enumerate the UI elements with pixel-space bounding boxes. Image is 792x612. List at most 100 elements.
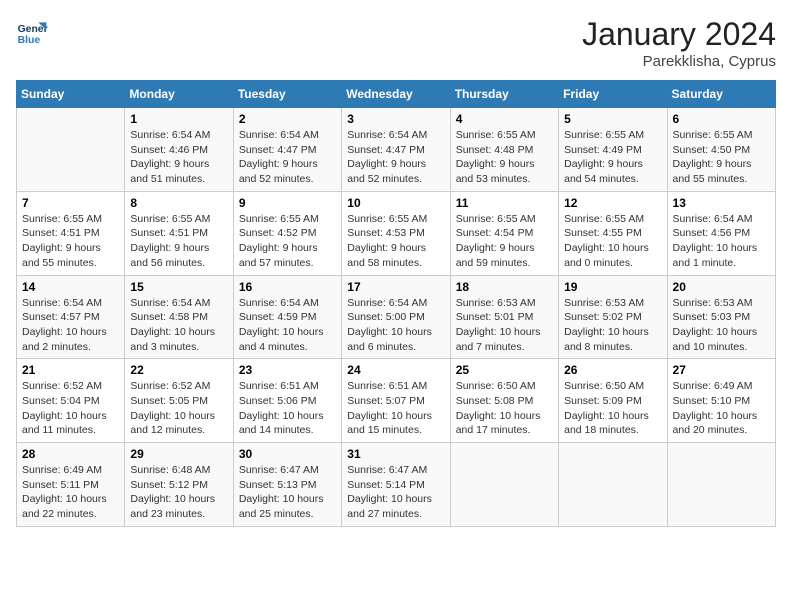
- day-number: 23: [239, 363, 336, 377]
- day-info: Sunrise: 6:52 AMSunset: 5:05 PMDaylight:…: [130, 379, 227, 438]
- day-of-week-header: Friday: [559, 81, 667, 108]
- day-number: 16: [239, 280, 336, 294]
- day-number: 24: [347, 363, 444, 377]
- calendar-day-cell: 18 Sunrise: 6:53 AMSunset: 5:01 PMDayligh…: [450, 275, 558, 359]
- title-area: January 2024 Parekklisha, Cyprus: [582, 16, 776, 70]
- calendar-day-cell: 4 Sunrise: 6:55 AMSunset: 4:48 PMDaylight…: [450, 108, 558, 192]
- day-number: 2: [239, 112, 336, 126]
- calendar-day-cell: 13Sunrise: 6:54 AMSunset: 4:56 PMDayligh…: [667, 191, 775, 275]
- day-info: Sunrise: 6:53 AMSunset: 5:02 PMDaylight:…: [564, 296, 661, 355]
- day-number: 26: [564, 363, 661, 377]
- day-info: Sunrise: 6:50 AMSunset: 5:08 PMDaylight:…: [456, 379, 553, 438]
- day-info: Sunrise: 6:55 AMSunset: 4:51 PMDaylight:…: [130, 212, 227, 271]
- calendar-day-cell: [450, 443, 558, 527]
- day-info: Sunrise: 6:55 AMSunset: 4:55 PMDaylight:…: [564, 212, 661, 271]
- day-info: Sunrise: 6:54 AMSunset: 4:58 PMDaylight:…: [130, 296, 227, 355]
- day-of-week-header: Sunday: [17, 81, 125, 108]
- calendar-day-cell: 12Sunrise: 6:55 AMSunset: 4:55 PMDayligh…: [559, 191, 667, 275]
- calendar-day-cell: 30 Sunrise: 6:47 AMSunset: 5:13 PMDayligh…: [233, 443, 341, 527]
- day-info: Sunrise: 6:55 AMSunset: 4:53 PMDaylight:…: [347, 212, 444, 271]
- calendar-day-cell: 10 Sunrise: 6:55 AMSunset: 4:53 PMDayligh…: [342, 191, 450, 275]
- day-number: 6: [673, 112, 770, 126]
- calendar-day-cell: 11 Sunrise: 6:55 AMSunset: 4:54 PMDayligh…: [450, 191, 558, 275]
- day-number: 28: [22, 447, 119, 461]
- calendar-day-cell: 16 Sunrise: 6:54 AMSunset: 4:59 PMDayligh…: [233, 275, 341, 359]
- logo-icon: General Blue: [16, 16, 48, 48]
- day-info: Sunrise: 6:47 AMSunset: 5:13 PMDaylight:…: [239, 463, 336, 522]
- calendar-week-row: 7 Sunrise: 6:55 AMSunset: 4:51 PMDaylight…: [17, 191, 776, 275]
- calendar-day-cell: 14 Sunrise: 6:54 AMSunset: 4:57 PMDayligh…: [17, 275, 125, 359]
- day-of-week-header: Thursday: [450, 81, 558, 108]
- day-of-week-header: Tuesday: [233, 81, 341, 108]
- day-info: Sunrise: 6:54 AMSunset: 4:46 PMDaylight:…: [130, 128, 227, 187]
- calendar-day-cell: 29Sunrise: 6:48 AMSunset: 5:12 PMDayligh…: [125, 443, 233, 527]
- day-info: Sunrise: 6:55 AMSunset: 4:48 PMDaylight:…: [456, 128, 553, 187]
- calendar-day-cell: [667, 443, 775, 527]
- day-number: 15: [130, 280, 227, 294]
- calendar-day-cell: [559, 443, 667, 527]
- day-info: Sunrise: 6:55 AMSunset: 4:51 PMDaylight:…: [22, 212, 119, 271]
- day-info: Sunrise: 6:49 AMSunset: 5:11 PMDaylight:…: [22, 463, 119, 522]
- day-number: 31: [347, 447, 444, 461]
- day-number: 25: [456, 363, 553, 377]
- day-number: 8: [130, 196, 227, 210]
- day-of-week-header: Wednesday: [342, 81, 450, 108]
- day-number: 9: [239, 196, 336, 210]
- day-info: Sunrise: 6:51 AMSunset: 5:06 PMDaylight:…: [239, 379, 336, 438]
- day-info: Sunrise: 6:53 AMSunset: 5:03 PMDaylight:…: [673, 296, 770, 355]
- calendar-table: SundayMondayTuesdayWednesdayThursdayFrid…: [16, 80, 776, 527]
- day-info: Sunrise: 6:55 AMSunset: 4:54 PMDaylight:…: [456, 212, 553, 271]
- day-info: Sunrise: 6:49 AMSunset: 5:10 PMDaylight:…: [673, 379, 770, 438]
- day-info: Sunrise: 6:54 AMSunset: 4:47 PMDaylight:…: [239, 128, 336, 187]
- calendar-day-cell: 21Sunrise: 6:52 AMSunset: 5:04 PMDayligh…: [17, 359, 125, 443]
- day-number: 18: [456, 280, 553, 294]
- calendar-day-cell: [17, 108, 125, 192]
- calendar-day-cell: 9 Sunrise: 6:55 AMSunset: 4:52 PMDaylight…: [233, 191, 341, 275]
- day-number: 14: [22, 280, 119, 294]
- day-number: 13: [673, 196, 770, 210]
- day-of-week-header: Monday: [125, 81, 233, 108]
- day-number: 20: [673, 280, 770, 294]
- calendar-day-cell: 1Sunrise: 6:54 AMSunset: 4:46 PMDaylight…: [125, 108, 233, 192]
- calendar-day-cell: 23 Sunrise: 6:51 AMSunset: 5:06 PMDayligh…: [233, 359, 341, 443]
- calendar-header-row: SundayMondayTuesdayWednesdayThursdayFrid…: [17, 81, 776, 108]
- day-number: 30: [239, 447, 336, 461]
- calendar-day-cell: 28 Sunrise: 6:49 AMSunset: 5:11 PMDayligh…: [17, 443, 125, 527]
- calendar-day-cell: 3Sunrise: 6:54 AMSunset: 4:47 PMDaylight…: [342, 108, 450, 192]
- calendar-week-row: 1Sunrise: 6:54 AMSunset: 4:46 PMDaylight…: [17, 108, 776, 192]
- day-info: Sunrise: 6:47 AMSunset: 5:14 PMDaylight:…: [347, 463, 444, 522]
- day-number: 4: [456, 112, 553, 126]
- day-info: Sunrise: 6:55 AMSunset: 4:50 PMDaylight:…: [673, 128, 770, 187]
- calendar-day-cell: 17 Sunrise: 6:54 AMSunset: 5:00 PMDayligh…: [342, 275, 450, 359]
- day-info: Sunrise: 6:55 AMSunset: 4:49 PMDaylight:…: [564, 128, 661, 187]
- header: General Blue January 2024 Parekklisha, C…: [16, 16, 776, 70]
- calendar-day-cell: 5Sunrise: 6:55 AMSunset: 4:49 PMDaylight…: [559, 108, 667, 192]
- day-info: Sunrise: 6:52 AMSunset: 5:04 PMDaylight:…: [22, 379, 119, 438]
- calendar-day-cell: 27 Sunrise: 6:49 AMSunset: 5:10 PMDayligh…: [667, 359, 775, 443]
- day-info: Sunrise: 6:54 AMSunset: 4:57 PMDaylight:…: [22, 296, 119, 355]
- day-number: 7: [22, 196, 119, 210]
- calendar-day-cell: 2 Sunrise: 6:54 AMSunset: 4:47 PMDaylight…: [233, 108, 341, 192]
- day-of-week-header: Saturday: [667, 81, 775, 108]
- day-number: 10: [347, 196, 444, 210]
- calendar-day-cell: 15 Sunrise: 6:54 AMSunset: 4:58 PMDayligh…: [125, 275, 233, 359]
- calendar-week-row: 21Sunrise: 6:52 AMSunset: 5:04 PMDayligh…: [17, 359, 776, 443]
- day-info: Sunrise: 6:54 AMSunset: 4:59 PMDaylight:…: [239, 296, 336, 355]
- day-info: Sunrise: 6:51 AMSunset: 5:07 PMDaylight:…: [347, 379, 444, 438]
- day-info: Sunrise: 6:53 AMSunset: 5:01 PMDaylight:…: [456, 296, 553, 355]
- day-number: 3: [347, 112, 444, 126]
- calendar-day-cell: 19Sunrise: 6:53 AMSunset: 5:02 PMDayligh…: [559, 275, 667, 359]
- calendar-day-cell: 6 Sunrise: 6:55 AMSunset: 4:50 PMDaylight…: [667, 108, 775, 192]
- month-title: January 2024: [582, 16, 776, 53]
- day-number: 17: [347, 280, 444, 294]
- day-number: 11: [456, 196, 553, 210]
- day-number: 27: [673, 363, 770, 377]
- day-info: Sunrise: 6:50 AMSunset: 5:09 PMDaylight:…: [564, 379, 661, 438]
- calendar-day-cell: 24 Sunrise: 6:51 AMSunset: 5:07 PMDayligh…: [342, 359, 450, 443]
- calendar-day-cell: 25 Sunrise: 6:50 AMSunset: 5:08 PMDayligh…: [450, 359, 558, 443]
- calendar-day-cell: 22Sunrise: 6:52 AMSunset: 5:05 PMDayligh…: [125, 359, 233, 443]
- day-info: Sunrise: 6:55 AMSunset: 4:52 PMDaylight:…: [239, 212, 336, 271]
- location-title: Parekklisha, Cyprus: [582, 53, 776, 70]
- calendar-week-row: 14 Sunrise: 6:54 AMSunset: 4:57 PMDayligh…: [17, 275, 776, 359]
- day-info: Sunrise: 6:54 AMSunset: 5:00 PMDaylight:…: [347, 296, 444, 355]
